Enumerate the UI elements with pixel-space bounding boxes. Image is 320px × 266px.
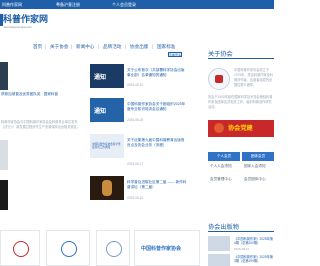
top-bar-login[interactable]: 个人会员登录: [112, 1, 136, 8]
about-title: 关于协会: [208, 51, 233, 58]
partner-emblem-icon: [61, 241, 77, 257]
left-thumb[interactable]: [0, 180, 8, 210]
news-title[interactable]: 关于征集第九届中国科普教育出版首页点及协会业务（流程）: [127, 138, 187, 147]
partner-logo[interactable]: 中国科普作家协会: [134, 230, 200, 266]
association-badge-icon: [208, 68, 230, 90]
news-thumb[interactable]: 通知: [90, 98, 124, 122]
nav-about[interactable]: 关于协会: [50, 43, 68, 50]
news-title[interactable]: 科学普及进取社区第二届 —— 新作科普讲坛（第二届）: [127, 180, 187, 189]
news-thumb-label: 通知: [94, 109, 107, 115]
nav-publications[interactable]: 协会出版: [130, 43, 148, 50]
publication-date: 2025-08-10: [234, 247, 250, 251]
personal-member-link[interactable]: 个人入会须知: [210, 164, 232, 169]
publication-cover[interactable]: [208, 236, 230, 251]
site-logo[interactable]: 科普作家网: [3, 14, 48, 24]
nav-home[interactable]: 首页: [33, 43, 42, 50]
top-bar-record[interactable]: 粤备沪意注册: [56, 1, 80, 8]
news-date: 2025-08-20: [127, 118, 144, 122]
news-thumb[interactable]: 中国科普作家协会科学普及科普工作通知: [90, 134, 124, 158]
partner-emblem-icon: [106, 241, 122, 257]
party-building-banner[interactable]: 协会党建: [208, 120, 274, 137]
nav-separator: |: [152, 44, 154, 49]
left-caption[interactable]: 获新加坡普及优秀团队奖 · 国家科普: [1, 92, 58, 97]
personal-center-link[interactable]: 会员管理中心: [210, 177, 232, 182]
nav-standards[interactable]: 国家标准: [157, 43, 175, 50]
news-thumb[interactable]: [90, 176, 124, 200]
top-bar: 科普作家网 粤备沪意注册 个人会员登录: [0, 0, 274, 9]
about-divider: [208, 58, 274, 59]
left-thumb[interactable]: [0, 62, 8, 90]
nav-separator: |: [125, 44, 127, 49]
partner-logo[interactable]: [96, 230, 130, 266]
news-date: 2025-08-17: [127, 162, 144, 166]
publication-title[interactable]: 《中国科普作家》2025年第4期（总第200期）: [234, 237, 274, 246]
more-button[interactable]: 查看更多: [168, 52, 182, 57]
news-date: 2025-08-10: [127, 196, 144, 200]
nav-separator: |: [71, 44, 73, 49]
news-title[interactable]: 中国科普作家协会关于团组织2025年度专业知识培训会议通知: [127, 102, 187, 111]
news-thumb-figure: [102, 180, 112, 196]
about-intro: 中国科普作家协会成立于1979年，是由科普作家及科普创作者、出版者组成的全国性群…: [234, 68, 273, 87]
left-body: 科普作家协会与中国科普作家协会及科普事业单位发布（试行）》 新发展过程创作生产资…: [1, 120, 80, 129]
publication-title[interactable]: 《中国科普作家》2025年第3期（总第199期）: [234, 255, 274, 264]
partner-logo[interactable]: [0, 230, 40, 266]
nav-separator: |: [98, 44, 100, 49]
site-logo-subtitle: www.kepuzuojia.com: [4, 25, 33, 29]
group-center-link[interactable]: 会员团体中心: [244, 177, 266, 182]
news-title[interactable]: 关于公布首次（共部署科学协会出版事业部）名单通知的通知: [127, 68, 187, 77]
banner-label: 协会党建: [228, 125, 253, 132]
group-member-link[interactable]: 团体入会须知: [244, 164, 266, 169]
news-thumb-label: 通知: [94, 75, 107, 81]
publications-title: 协会出版物: [208, 224, 239, 231]
news-thumb[interactable]: 通知: [90, 64, 124, 88]
publication-cover[interactable]: [208, 254, 230, 266]
about-body: 协会于1990年起在国家科学技术协会管辖科普作家及团体会员相关工作，组织科普创作…: [208, 95, 273, 109]
publications-divider: [208, 231, 274, 232]
left-thumb[interactable]: [0, 140, 8, 170]
news-thumb-label: 中国科普作家协会科学普及科普工作通知: [92, 143, 121, 150]
partner-emblem-icon: [13, 241, 29, 257]
news-date: 2025-08-10: [127, 83, 144, 87]
partner-logo[interactable]: [46, 230, 90, 266]
nav-separator: |: [45, 44, 47, 49]
nav-brand[interactable]: 品牌活动: [103, 43, 121, 50]
group-member-button[interactable]: 团体会员: [242, 152, 274, 161]
nav-news[interactable]: 新闻中心: [76, 43, 94, 50]
emblem-icon: [214, 123, 224, 133]
partner-logo-label: 中国科普作家协会: [141, 246, 182, 252]
personal-member-button[interactable]: 个人会员: [208, 152, 240, 161]
top-bar-site-link[interactable]: 科普作家网: [2, 1, 22, 8]
